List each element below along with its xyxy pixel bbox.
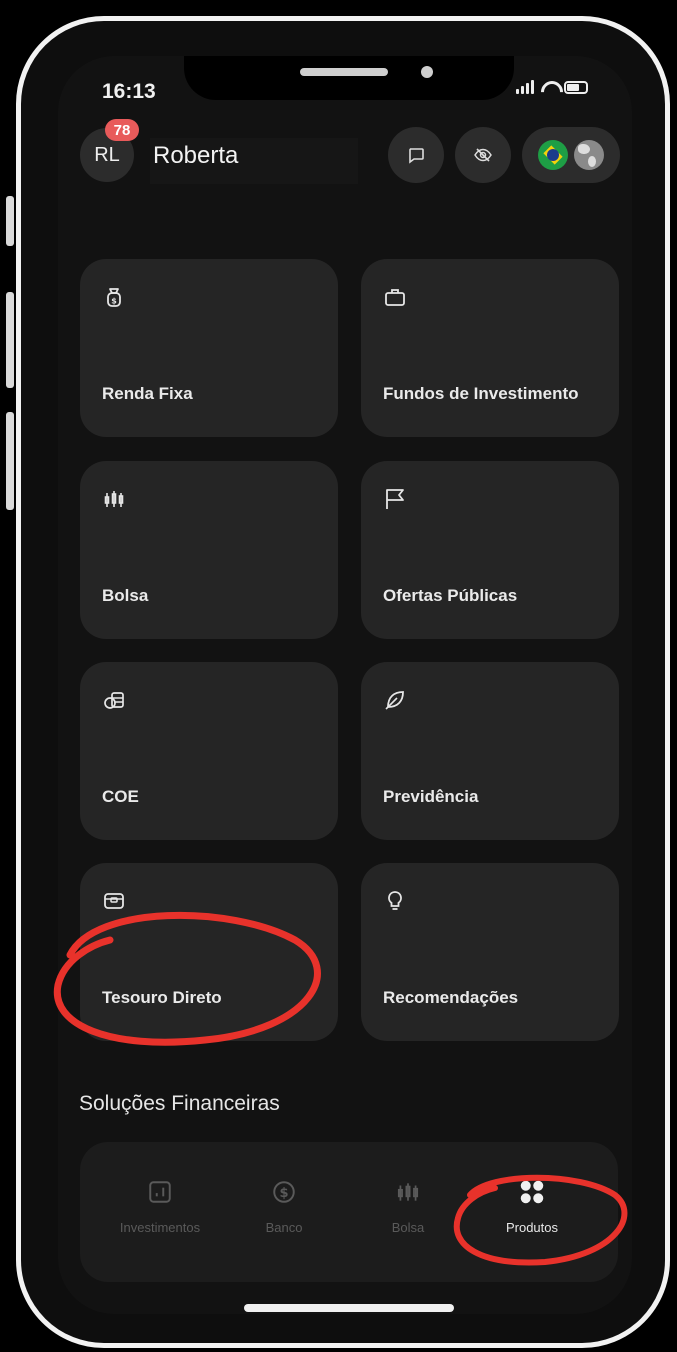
money-bag-icon: $	[107, 288, 121, 307]
hide-values-button[interactable]	[455, 127, 511, 183]
svg-text:$: $	[279, 1186, 288, 1201]
user-name: Roberta	[150, 138, 358, 184]
product-label: Bolsa	[102, 586, 149, 605]
tab-investimentos[interactable]: Investimentos	[98, 1160, 222, 1270]
product-card-ofertas[interactable]: Ofertas Públicas	[361, 461, 619, 639]
brazil-flag-icon	[538, 140, 568, 170]
tab-bolsa[interactable]: Bolsa	[346, 1160, 470, 1270]
candlestick-icon	[104, 491, 124, 507]
tab-label: Investimentos	[119, 1220, 201, 1235]
product-card-previdencia[interactable]: Previdência	[361, 662, 619, 840]
lightbulb-icon	[388, 891, 402, 910]
grid-dots-icon	[520, 1180, 544, 1204]
chat-icon	[409, 148, 424, 164]
wifi-icon	[540, 80, 558, 94]
product-card-renda-fixa[interactable]: $ Renda Fixa	[80, 259, 338, 437]
signal-icon	[516, 80, 534, 94]
volume-down-button	[6, 412, 14, 510]
product-card-fundos[interactable]: Fundos de Investimento	[361, 259, 619, 437]
home-indicator	[244, 1304, 454, 1312]
product-label: Fundos de Investimento	[383, 384, 579, 403]
globe-icon	[574, 140, 604, 170]
tab-label: Produtos	[505, 1220, 559, 1235]
chat-button[interactable]	[388, 127, 444, 183]
product-card-coe[interactable]: COE	[80, 662, 338, 840]
eye-off-icon	[474, 148, 492, 162]
battery-icon	[564, 80, 588, 94]
notification-badge[interactable]: 78	[105, 119, 139, 141]
status-time: 16:13	[102, 80, 156, 103]
product-card-tesouro-direto[interactable]: Tesouro Direto	[80, 863, 338, 1041]
avatar-initials: RL	[94, 143, 120, 166]
svg-text:$: $	[111, 297, 117, 306]
chart-icon	[149, 1181, 171, 1203]
volume-up-button	[6, 292, 14, 388]
product-label: Ofertas Públicas	[383, 586, 518, 605]
status-icons	[516, 80, 588, 94]
section-title: Soluções Financeiras	[79, 1092, 280, 1115]
product-label: Renda Fixa	[102, 384, 193, 403]
flag-icon	[386, 489, 404, 509]
notch	[184, 56, 514, 100]
tab-label: Banco	[265, 1220, 303, 1235]
leaf-icon	[385, 691, 404, 710]
tab-banco[interactable]: $ Banco	[222, 1160, 346, 1270]
product-card-recomendacoes[interactable]: Recomendações	[361, 863, 619, 1041]
bottom-tab-bar: Investimentos $ Banco Bolsa Produtos	[98, 1160, 630, 1270]
product-card-bolsa[interactable]: Bolsa	[80, 461, 338, 639]
mute-switch	[6, 196, 14, 246]
product-label: Previdência	[383, 787, 479, 806]
treasury-chest-icon	[104, 893, 124, 909]
tab-label: Bolsa	[391, 1220, 425, 1235]
front-camera	[421, 66, 433, 78]
candlestick-icon	[397, 1183, 419, 1201]
product-label: Tesouro Direto	[102, 988, 222, 1007]
speaker-grille	[300, 68, 388, 76]
briefcase-icon	[385, 289, 405, 306]
product-label: COE	[102, 787, 139, 806]
coins-stack-icon	[104, 692, 124, 709]
product-label: Recomendações	[383, 988, 519, 1007]
dollar-coin-icon: $	[273, 1181, 295, 1203]
region-switch[interactable]	[522, 127, 620, 183]
tab-produtos[interactable]: Produtos	[470, 1160, 594, 1270]
